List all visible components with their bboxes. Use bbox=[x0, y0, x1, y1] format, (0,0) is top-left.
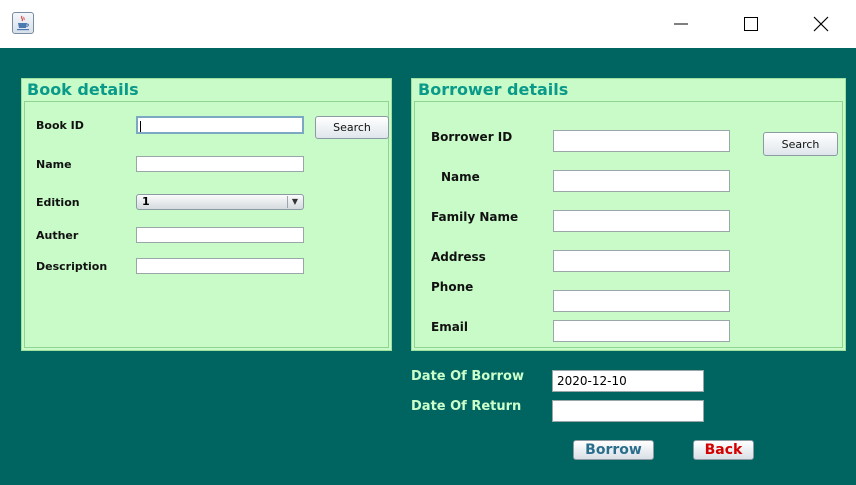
description-input[interactable] bbox=[136, 258, 304, 274]
edition-selected-value: 1 bbox=[142, 195, 150, 208]
window-content: Book details Book ID Search Name Edition… bbox=[0, 48, 856, 485]
maximize-icon bbox=[744, 17, 758, 31]
minimize-icon bbox=[674, 23, 688, 25]
book-search-button[interactable]: Search bbox=[315, 116, 389, 139]
dropdown-arrow-icon: ▼ bbox=[287, 196, 302, 208]
java-cup-icon[interactable] bbox=[12, 12, 34, 34]
book-name-label: Name bbox=[36, 158, 72, 171]
text-caret bbox=[140, 120, 141, 132]
close-button[interactable] bbox=[786, 0, 856, 48]
book-name-input[interactable] bbox=[136, 156, 304, 172]
borrower-id-label: Borrower ID bbox=[431, 130, 513, 144]
address-label: Address bbox=[431, 250, 486, 264]
borrower-name-input[interactable] bbox=[553, 170, 730, 192]
description-label: Description bbox=[36, 260, 108, 273]
book-details-title: Book details bbox=[27, 80, 139, 99]
family-name-input[interactable] bbox=[553, 210, 730, 232]
close-icon bbox=[813, 16, 829, 32]
borrower-details-title: Borrower details bbox=[418, 80, 569, 99]
borrower-id-input[interactable] bbox=[553, 130, 730, 152]
edition-combo[interactable]: 1 ▼ bbox=[136, 194, 304, 210]
borrower-name-label: Name bbox=[441, 170, 480, 184]
borrow-button[interactable]: Borrow bbox=[573, 440, 654, 460]
date-of-borrow-input[interactable]: 2020-12-10 bbox=[552, 370, 704, 392]
edition-label: Edition bbox=[36, 196, 80, 209]
auther-label: Auther bbox=[36, 229, 79, 242]
phone-input[interactable] bbox=[553, 290, 730, 312]
minimize-button[interactable] bbox=[646, 0, 716, 48]
book-details-panel: Book details Book ID Search Name Edition… bbox=[21, 78, 392, 351]
address-input[interactable] bbox=[553, 250, 730, 272]
auther-input[interactable] bbox=[136, 227, 304, 243]
date-of-return-label: Date Of Return bbox=[411, 399, 522, 414]
maximize-button[interactable] bbox=[716, 0, 786, 48]
back-button[interactable]: Back bbox=[693, 440, 754, 460]
borrower-search-button[interactable]: Search bbox=[763, 132, 838, 156]
borrower-details-panel: Borrower details Borrower ID Search Name… bbox=[411, 78, 846, 351]
family-name-label: Family Name bbox=[431, 210, 519, 224]
phone-label: Phone bbox=[431, 280, 474, 294]
date-of-return-input[interactable] bbox=[552, 400, 704, 422]
book-id-label: Book ID bbox=[36, 119, 84, 132]
email-input[interactable] bbox=[553, 320, 730, 342]
book-id-input[interactable] bbox=[136, 116, 304, 134]
title-bar bbox=[0, 0, 856, 48]
date-of-borrow-label: Date Of Borrow bbox=[411, 369, 524, 384]
email-label: Email bbox=[431, 320, 469, 334]
